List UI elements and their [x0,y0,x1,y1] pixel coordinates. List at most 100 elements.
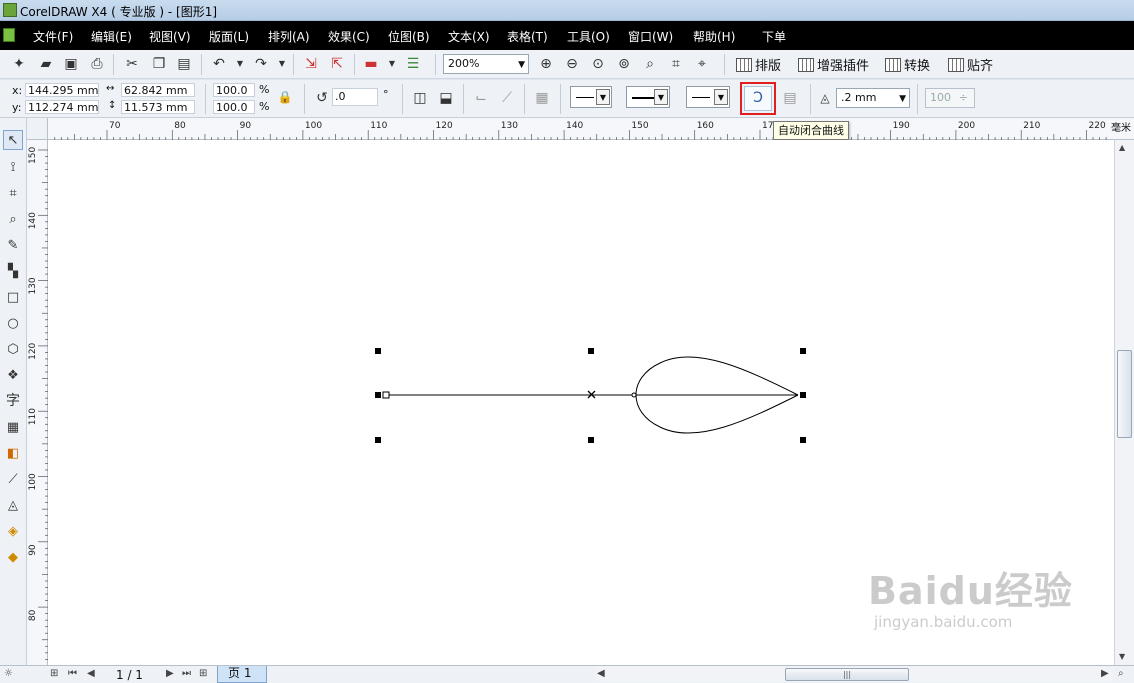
y-position-field[interactable]: 112.274 mm [25,100,99,114]
menu-edit[interactable]: 编辑(E) [91,28,132,45]
selection-handle-bottom-left[interactable] [375,437,381,443]
menu-text[interactable]: 文本(X) [448,28,490,45]
selection-handle-bottom-middle[interactable] [588,437,594,443]
menu-tools[interactable]: 工具(O) [567,28,610,45]
add-page-before-icon[interactable]: ⊞ [50,668,58,679]
zoom-all-objects-icon[interactable]: ⊚ [615,55,633,73]
freehand-tool-icon[interactable]: ✎ [3,236,23,256]
height-field[interactable]: 11.573 mm [121,100,195,114]
zoom-page-height-icon[interactable]: ⌖ [693,55,711,73]
menu-effects[interactable]: 效果(C) [328,28,370,45]
start-arrowhead-select[interactable]: ▼ [570,86,612,108]
application-launcher-icon[interactable]: ▬ [362,55,380,73]
print-icon[interactable]: ⎙ [88,55,106,73]
table-tool-icon[interactable]: ▦ [3,418,23,438]
convert-to-curve-icon[interactable]: ⟋ [498,89,516,107]
pick-tool-icon[interactable]: ↖ [3,130,23,150]
mirror-vertical-icon[interactable]: ⬓ [437,89,455,107]
welcome-screen-icon[interactable]: ☰ [404,55,422,73]
shape-tool-icon[interactable]: ⟟ [3,158,23,178]
snap-plugin-button[interactable]: 贴齐 [948,55,993,74]
selection-handle-middle-left[interactable] [375,392,381,398]
menu-arrange[interactable]: 排列(A) [268,28,310,45]
zoom-selected-icon[interactable]: ⊙ [589,55,607,73]
selection-handle-bottom-right[interactable] [800,437,806,443]
mirror-horizontal-icon[interactable]: ◫ [411,89,429,107]
menu-view[interactable]: 视图(V) [149,28,191,45]
break-apart-icon[interactable]: ▦ [533,89,551,107]
undo-dropdown-icon[interactable]: ▼ [231,55,249,73]
interactive-blend-tool-icon[interactable]: ◧ [3,444,23,464]
crop-tool-icon[interactable]: ⌗ [3,184,23,204]
wrap-text-icon[interactable]: ▤ [781,89,799,107]
first-page-icon[interactable]: ⏮ [68,668,77,679]
new-document-icon[interactable]: ✦ [10,55,28,73]
typeset-plugin-button[interactable]: 排版 [736,55,781,74]
start-node[interactable] [382,391,390,399]
menu-bitmaps[interactable]: 位图(B) [388,28,430,45]
import-icon[interactable]: ⇲ [302,55,320,73]
ruler-origin-corner[interactable] [27,118,48,140]
zoom-page-icon[interactable]: ⌕ [641,55,659,73]
end-arrowhead-select[interactable]: ▼ [686,86,730,108]
zoom-page-width-icon[interactable]: ⌗ [667,55,685,73]
lock-ratio-icon[interactable]: 🔒 [276,88,294,106]
outline-width-select[interactable]: .2 mm ▼ [836,88,910,108]
menu-file[interactable]: 文件(F) [33,28,73,45]
cut-icon[interactable]: ✂ [123,55,141,73]
next-page-icon[interactable]: ▶ [166,668,174,679]
paste-icon[interactable]: ▤ [175,55,193,73]
enhance-plugin-button[interactable]: 增强插件 [798,55,869,74]
menu-help[interactable]: 帮助(H) [693,28,735,45]
basic-shapes-tool-icon[interactable]: ❖ [3,366,23,386]
curve-node[interactable] [631,392,637,398]
horizontal-ruler[interactable]: 7080901001101201301401501601701801902002… [27,118,1134,140]
scale-x-field[interactable]: 100.0 [213,83,255,97]
curve-smoothness-field[interactable]: 100 ÷ [925,88,975,108]
scale-y-field[interactable]: 100.0 [213,100,255,114]
menu-layout[interactable]: 版面(L) [209,28,249,45]
redo-icon[interactable]: ↷ [252,55,270,73]
open-folder-icon[interactable]: ▰ [37,55,55,73]
rectangle-tool-icon[interactable]: □ [3,288,23,308]
horizontal-scrollbar[interactable]: ◀ ||| ▶ [595,667,1113,682]
convert-to-line-icon[interactable]: ⌙ [472,89,490,107]
previous-page-icon[interactable]: ◀ [87,668,95,679]
scroll-right-icon[interactable]: ▶ [1101,668,1109,679]
vertical-scrollbar[interactable]: ▲ ▼ [1114,140,1134,665]
vertical-scroll-thumb[interactable] [1117,350,1132,438]
x-position-field[interactable]: 144.295 mm [25,83,99,97]
scroll-down-icon[interactable]: ▼ [1119,652,1125,661]
ellipse-tool-icon[interactable]: ○ [3,314,23,334]
vertical-ruler[interactable]: 150 140 130 120 110 100 90 80 [27,140,48,665]
width-field[interactable]: 62.842 mm [121,83,195,97]
line-style-select[interactable]: ▼ [626,86,670,108]
add-page-after-icon[interactable]: ⊞ [199,668,207,679]
eyedropper-tool-icon[interactable]: ⟋ [3,470,23,490]
horizontal-scroll-thumb[interactable]: ||| [785,668,909,681]
smart-fill-tool-icon[interactable]: ▚ [3,262,23,282]
zoom-navigator-icon[interactable]: ⌕ [1118,668,1124,679]
fill-tool-icon[interactable]: ◈ [3,522,23,542]
page-tab-1[interactable]: 页 1 [217,666,267,683]
scroll-left-icon[interactable]: ◀ [597,668,605,679]
text-tool-icon[interactable]: 字 [3,391,23,411]
undo-icon[interactable]: ↶ [210,55,228,73]
zoom-level-select[interactable]: 200% ▼ [443,54,529,74]
menu-table[interactable]: 表格(T) [507,28,548,45]
rotation-angle-field[interactable]: .0 [332,88,378,106]
selection-handle-middle-right[interactable] [800,392,806,398]
convert-plugin-button[interactable]: 转换 [885,55,930,74]
redo-dropdown-icon[interactable]: ▼ [273,55,291,73]
last-page-icon[interactable]: ⏭ [182,668,191,679]
interactive-fill-tool-icon[interactable]: ◆ [3,548,23,568]
selection-handle-top-middle[interactable] [588,348,594,354]
menu-order[interactable]: 下单 [762,28,786,45]
menu-window[interactable]: 窗口(W) [628,28,673,45]
selection-handle-top-right[interactable] [800,348,806,354]
selection-handle-top-left[interactable] [375,348,381,354]
scroll-up-icon[interactable]: ▲ [1119,143,1125,152]
outline-tool-icon[interactable]: ◬ [3,496,23,516]
polygon-tool-icon[interactable]: ⬡ [3,340,23,360]
zoom-tool-icon[interactable]: ⌕ [3,210,23,230]
